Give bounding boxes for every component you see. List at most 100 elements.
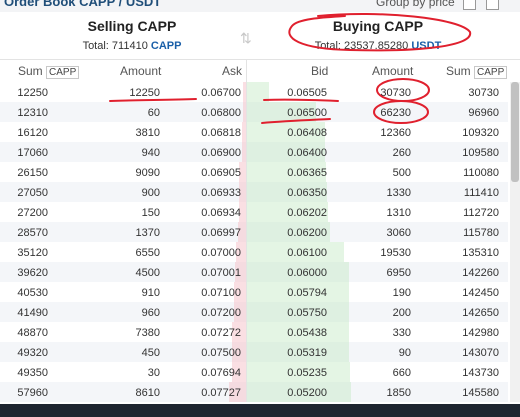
cell-bsum: 115780 <box>463 227 499 239</box>
buying-total: Total: 23537.85280 USDT <box>278 40 478 52</box>
cell-amt: 7380 <box>135 327 160 339</box>
cell-amt: 60 <box>147 107 160 119</box>
table-row[interactable]: 41490 960 0.07200 0.05750 200 142650 <box>0 302 508 322</box>
cell-ask: 0.06905 <box>201 167 241 179</box>
swap-arrows-icon[interactable]: ⇅ <box>240 30 252 47</box>
group-by-label[interactable]: Group by price <box>376 0 455 9</box>
order-rows: 12250 12250 0.06700 0.06505 30730 30730 12310 6… <box>0 82 508 402</box>
cell-bid: 0.06500 <box>287 107 327 119</box>
cell-sum: 57960 <box>17 387 48 399</box>
table-row[interactable]: 40530 910 0.07100 0.05794 190 142450 <box>0 282 508 302</box>
cell-bsum: 109320 <box>462 127 499 139</box>
cell-bid: 0.05750 <box>287 307 327 319</box>
group-checkbox-2[interactable] <box>486 0 499 10</box>
table-row[interactable]: 57960 8610 0.07727 0.05200 1850 145580 <box>0 382 508 402</box>
selling-total: Total: 711410 CAPP <box>32 40 232 52</box>
cell-bid: 0.06408 <box>287 127 327 139</box>
group-checkbox-1[interactable] <box>463 0 476 10</box>
cell-amt: 940 <box>141 147 160 159</box>
col-buy-sum[interactable]: Sum CAPP <box>446 64 508 79</box>
cell-sum: 35120 <box>17 247 48 259</box>
cell-bamt: 660 <box>392 367 411 379</box>
col-sum-unit-tag[interactable]: CAPP <box>46 66 80 79</box>
cell-ask: 0.06818 <box>201 127 241 139</box>
column-headers: Sum CAPP Amount Ask Bid Amount Sum CAPP <box>0 60 520 82</box>
cell-bid: 0.06202 <box>287 207 327 219</box>
table-row[interactable]: 12310 60 0.06800 0.06500 66230 96960 <box>0 102 508 122</box>
cell-bid: 0.06400 <box>287 147 327 159</box>
cell-sum: 27200 <box>17 207 48 219</box>
cell-bamt: 19530 <box>380 247 411 259</box>
cell-amt: 6550 <box>135 247 160 259</box>
table-row[interactable]: 49320 450 0.07500 0.05319 90 143070 <box>0 342 508 362</box>
col-sum[interactable]: Sum CAPP <box>18 64 80 79</box>
table-row[interactable]: 48870 7380 0.07272 0.05438 330 142980 <box>0 322 508 342</box>
cell-ask: 0.07272 <box>201 327 241 339</box>
cell-ask: 0.07001 <box>201 267 241 279</box>
order-book-header: Selling CAPP Total: 711410 CAPP ⇅ Buying… <box>0 12 520 60</box>
cell-amt: 910 <box>141 287 160 299</box>
table-row[interactable]: 12250 12250 0.06700 0.06505 30730 30730 <box>0 82 508 102</box>
cell-bid: 0.06365 <box>287 167 327 179</box>
cell-amt: 900 <box>141 187 160 199</box>
cell-amt: 4500 <box>135 267 160 279</box>
cell-sum: 12250 <box>17 87 48 99</box>
cell-ask: 0.07000 <box>201 247 241 259</box>
cell-bid: 0.05235 <box>287 367 327 379</box>
selling-total-currency: CAPP <box>150 40 182 52</box>
buying-total-label: Total: <box>314 40 341 52</box>
cell-sum: 27050 <box>17 187 48 199</box>
cell-bamt: 200 <box>392 307 411 319</box>
col-buy-amount[interactable]: Amount <box>372 64 413 78</box>
cell-bsum: 143070 <box>462 347 499 359</box>
cell-ask: 0.06997 <box>201 227 241 239</box>
cell-ask: 0.07100 <box>201 287 241 299</box>
selling-total-value: 711410 <box>111 40 148 52</box>
selling-total-label: Total: <box>82 40 109 52</box>
col-buy-sum-unit-tag[interactable]: CAPP <box>474 66 508 79</box>
table-row[interactable]: 27200 150 0.06934 0.06202 1310 112720 <box>0 202 508 222</box>
cell-sum: 16120 <box>17 127 48 139</box>
table-row[interactable]: 16120 3810 0.06818 0.06408 12360 109320 <box>0 122 508 142</box>
scrollbar-thumb[interactable] <box>511 82 519 182</box>
cell-sum: 28570 <box>17 227 48 239</box>
col-amount[interactable]: Amount <box>120 64 161 78</box>
cell-bsum: 143730 <box>462 367 499 379</box>
cell-sum: 49320 <box>17 347 48 359</box>
table-row[interactable]: 26150 9090 0.06905 0.06365 500 110080 <box>0 162 508 182</box>
cell-bid: 0.05200 <box>287 387 327 399</box>
cell-bid: 0.06505 <box>287 87 327 99</box>
cell-bsum: 142980 <box>462 327 499 339</box>
table-row[interactable]: 28570 1370 0.06997 0.06200 3060 115780 <box>0 222 508 242</box>
order-book-scrollbar[interactable] <box>510 82 520 402</box>
cell-bamt: 500 <box>392 167 411 179</box>
col-bid[interactable]: Bid <box>311 64 328 78</box>
cell-ask: 0.07727 <box>201 387 241 399</box>
table-row[interactable]: 49350 30 0.07694 0.05235 660 143730 <box>0 362 508 382</box>
cell-bsum: 142260 <box>462 267 499 279</box>
cell-amt: 960 <box>141 307 160 319</box>
cell-bamt: 190 <box>392 287 411 299</box>
table-row[interactable]: 27050 900 0.06933 0.06350 1330 111410 <box>0 182 508 202</box>
table-row[interactable]: 39620 4500 0.07001 0.06000 6950 142260 <box>0 262 508 282</box>
buying-total-currency: USDT <box>411 40 442 52</box>
cell-amt: 12250 <box>129 87 160 99</box>
cell-ask: 0.06700 <box>201 87 241 99</box>
cell-bid: 0.06100 <box>287 247 327 259</box>
cell-bamt: 90 <box>398 347 411 359</box>
cell-bsum: 109580 <box>462 147 499 159</box>
cell-bamt: 260 <box>392 147 411 159</box>
cell-ask: 0.07694 <box>201 367 241 379</box>
table-row[interactable]: 17060 940 0.06900 0.06400 260 109580 <box>0 142 508 162</box>
cell-sum: 48870 <box>17 327 48 339</box>
cell-bsum: 135310 <box>462 247 499 259</box>
table-row[interactable]: 35120 6550 0.07000 0.06100 19530 135310 <box>0 242 508 262</box>
cell-bamt: 30730 <box>380 87 411 99</box>
col-ask[interactable]: Ask <box>222 64 242 78</box>
cell-bid: 0.06200 <box>287 227 327 239</box>
cell-sum: 12310 <box>17 107 48 119</box>
cell-ask: 0.06933 <box>201 187 241 199</box>
cell-bamt: 6950 <box>386 267 411 279</box>
cell-bsum: 142450 <box>462 287 499 299</box>
bid-depth-bar <box>247 82 269 102</box>
